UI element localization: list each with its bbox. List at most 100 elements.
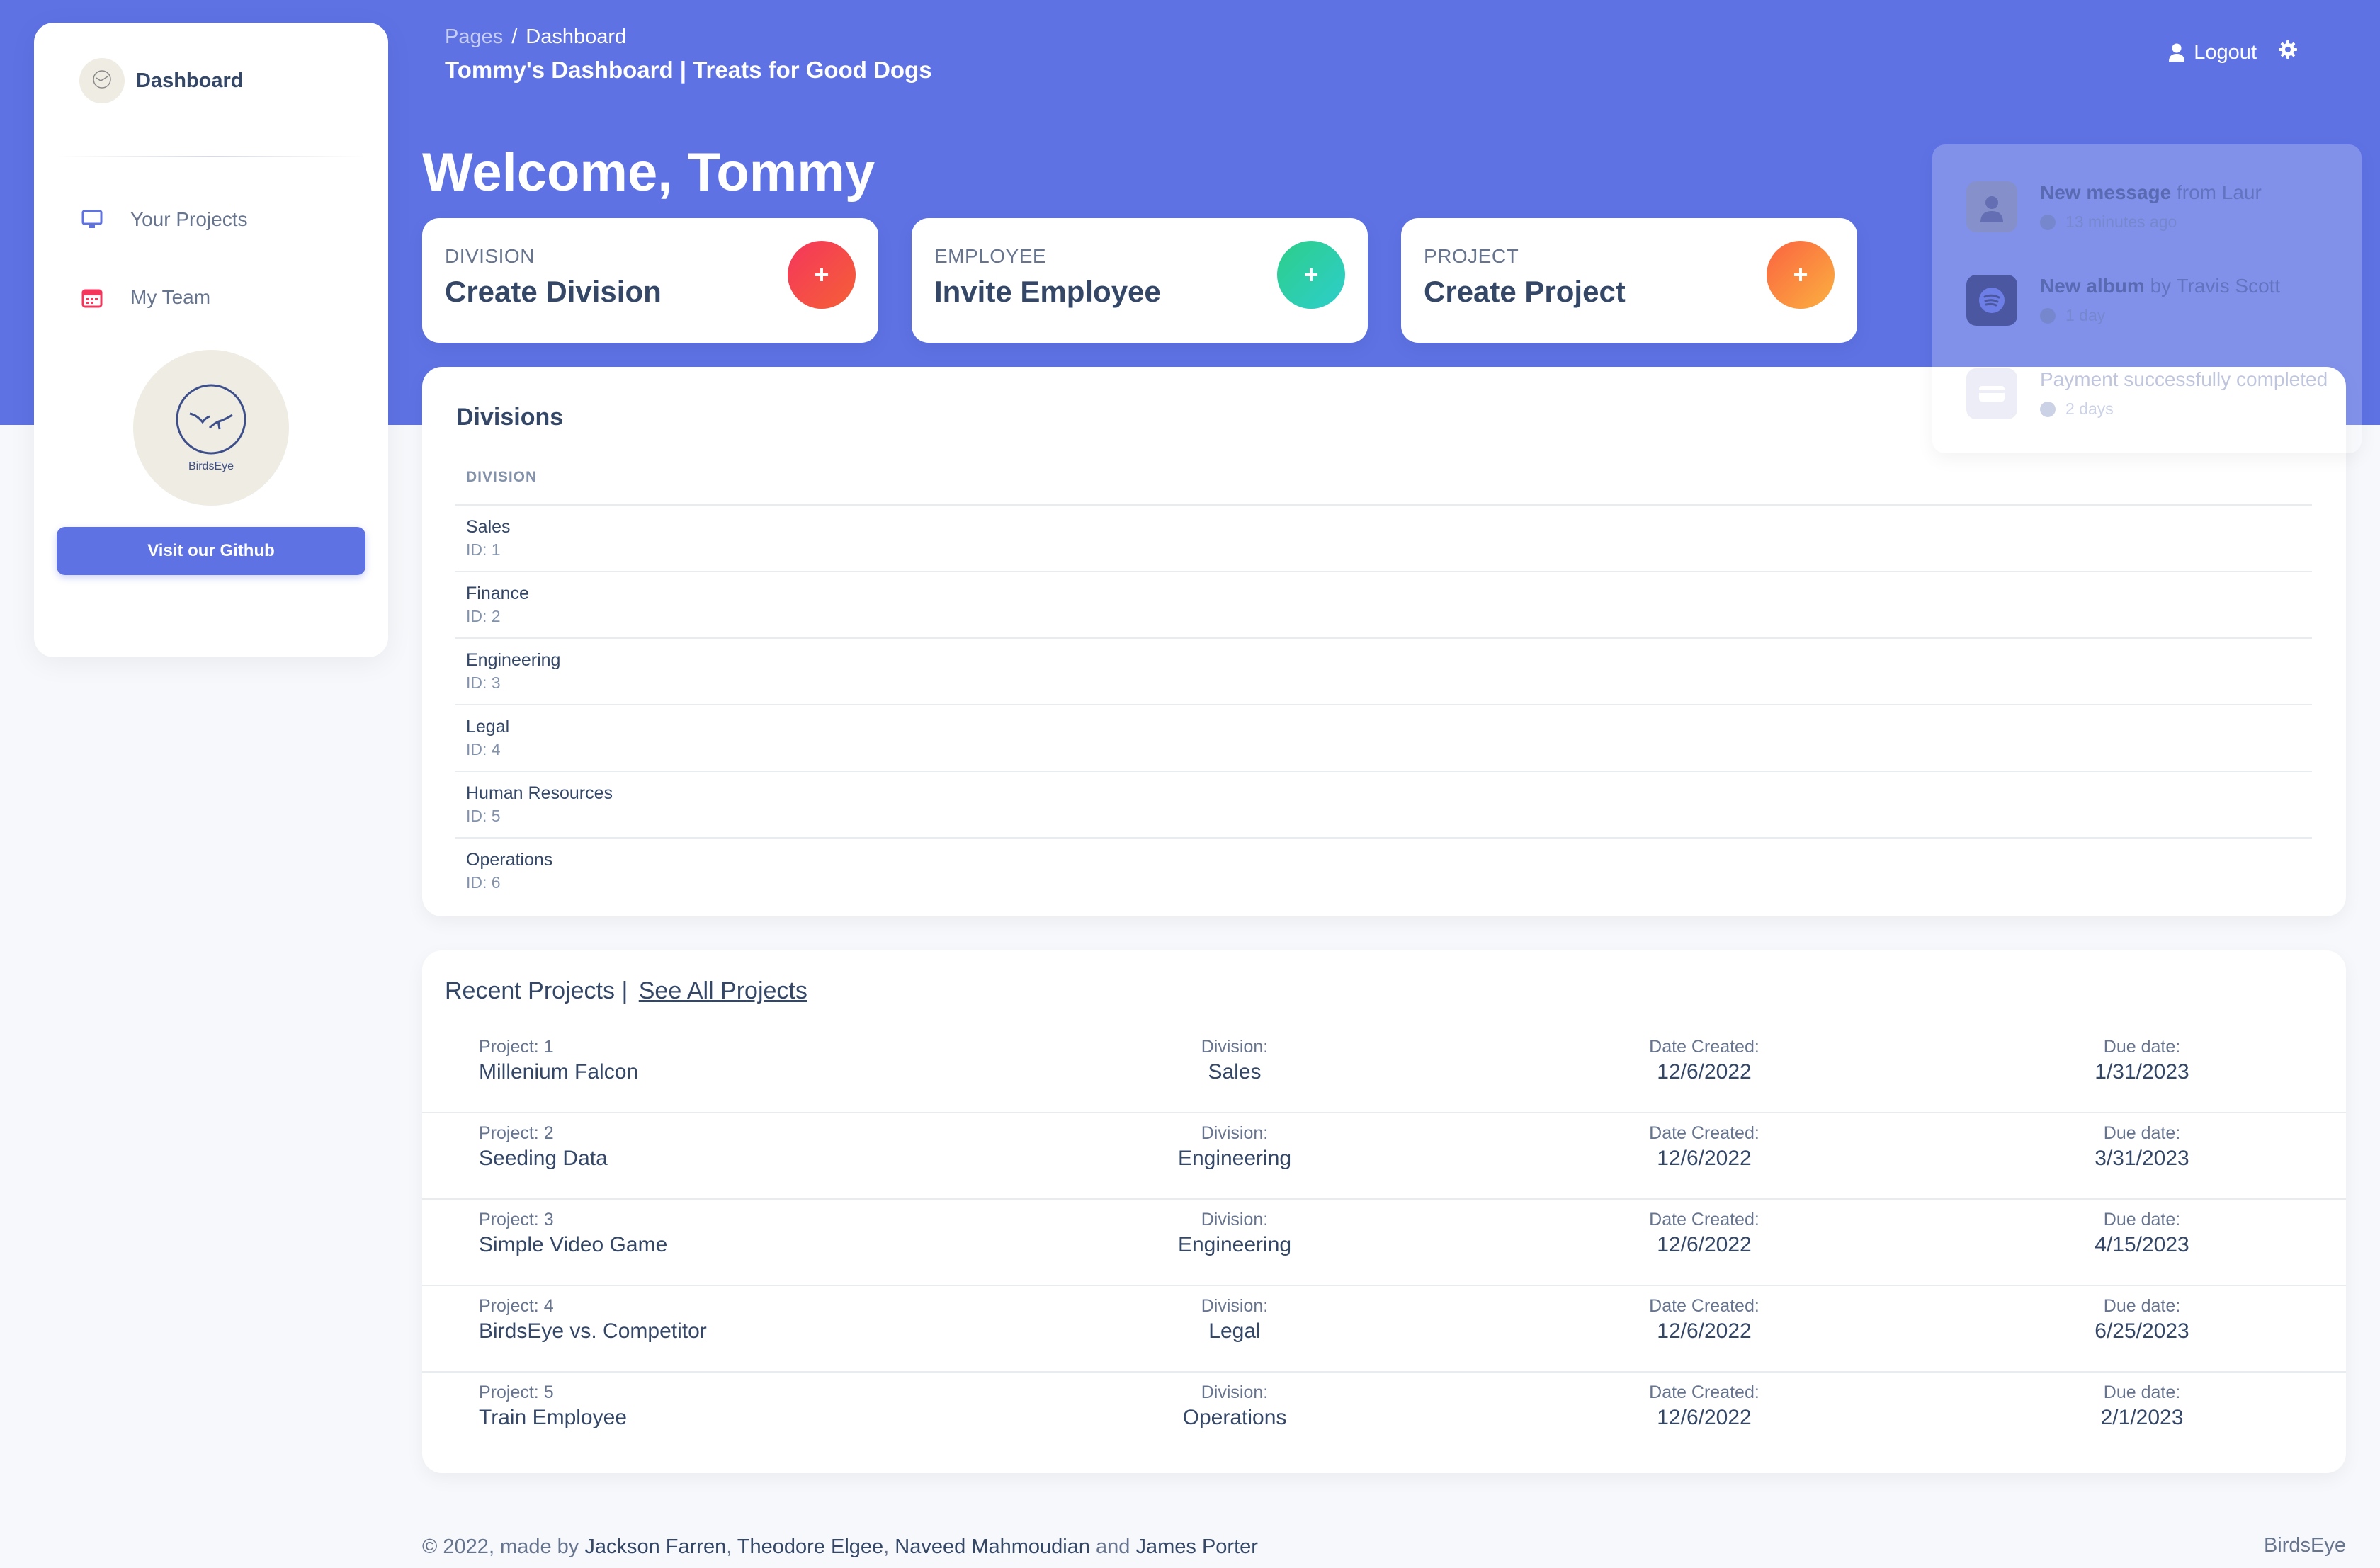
recent-projects-card: Recent Projects | See All Projects Proje… — [422, 950, 2346, 1473]
project-due-date: 6/25/2023 — [2095, 1319, 2189, 1343]
project-row[interactable]: Project: 3 Simple Video Game Division: Eng… — [422, 1200, 2346, 1286]
table-row[interactable]: Operations ID: 6 — [455, 839, 2312, 905]
project-date-created: 12/6/2022 — [1657, 1233, 1752, 1256]
project-row[interactable]: Project: 4 BirdsEye vs. Competitor Divisi… — [422, 1286, 2346, 1373]
notification-item[interactable]: New message from Laur 13 minutes ago — [1966, 181, 2262, 232]
project-due-date: 3/31/2023 — [2095, 1147, 2189, 1170]
clock-icon — [2040, 401, 2056, 417]
create-division-button[interactable]: + — [788, 241, 856, 309]
table-row[interactable]: Engineering ID: 3 — [455, 639, 2312, 705]
author-link[interactable]: Jackson Farren — [584, 1535, 726, 1558]
welcome-heading: Welcome, Tommy — [422, 142, 876, 203]
notification-title: New message — [2040, 181, 2172, 203]
visit-github-button[interactable]: Visit our Github — [57, 527, 366, 575]
division-label: Division: — [1201, 1037, 1269, 1057]
notification-text: by Travis Scott — [2144, 275, 2281, 297]
logout-button[interactable]: Logout — [2168, 41, 2257, 64]
birdseye-avatar: BirdsEye — [133, 350, 289, 506]
sidebar-item-your-projects[interactable]: Your Projects — [79, 207, 248, 232]
breadcrumb-current: Dashboard — [526, 25, 627, 48]
division-label: Division: — [1201, 1210, 1269, 1229]
notification-title: New album — [2040, 275, 2145, 297]
sidebar: Dashboard Your Projects My Team BirdsEye… — [34, 23, 388, 657]
footer-comma: , — [726, 1535, 737, 1558]
project-date-created: 12/6/2022 — [1657, 1406, 1752, 1429]
project-row[interactable]: Project: 5 Train Employee Division: Operat… — [422, 1373, 2346, 1459]
project-name: Train Employee — [479, 1406, 627, 1429]
division-name: Human Resources — [466, 783, 613, 803]
table-row[interactable]: Finance ID: 2 — [455, 572, 2312, 639]
division-label: Division: — [1201, 1382, 1269, 1402]
breadcrumb: Pages / Dashboard — [445, 25, 626, 49]
division-name: Finance — [466, 584, 529, 603]
breadcrumb-root[interactable]: Pages — [445, 25, 503, 48]
notification-item[interactable]: Payment successfully completed 2 days — [1966, 368, 2328, 419]
table-row[interactable]: Legal ID: 4 — [455, 705, 2312, 772]
project-name: Millenium Falcon — [479, 1060, 639, 1084]
recent-projects-title: Recent Projects — [445, 977, 615, 1004]
division-label: Division: — [1201, 1296, 1269, 1316]
card-category: DIVISION — [445, 245, 535, 267]
monitor-icon — [79, 207, 105, 232]
due-date-label: Due date: — [2103, 1210, 2181, 1229]
project-row[interactable]: Project: 2 Seeding Data Division: Engineer… — [422, 1113, 2346, 1200]
sidebar-item-label: My Team — [130, 286, 211, 308]
card-category: EMPLOYEE — [934, 245, 1047, 267]
division-id: ID: 6 — [466, 873, 501, 892]
clock-icon — [2040, 214, 2056, 230]
card-title: Create Project — [1424, 275, 1626, 308]
project-name: Seeding Data — [479, 1147, 608, 1170]
card-title: Create Division — [445, 275, 662, 308]
avatar-caption: BirdsEye — [188, 460, 234, 472]
project-division: Engineering — [1177, 1147, 1292, 1170]
author-link[interactable]: Naveed Mahmoudian — [895, 1535, 1090, 1558]
header-actions: Logout — [2168, 40, 2298, 65]
notification-time: 13 minutes ago — [2066, 212, 2177, 231]
footer-prefix: © 2022, made by — [422, 1535, 585, 1558]
project-name: Simple Video Game — [479, 1233, 668, 1256]
project-number: Project: 5 — [479, 1382, 554, 1402]
project-due-date: 4/15/2023 — [2095, 1233, 2189, 1256]
brand-link[interactable]: Dashboard — [79, 58, 243, 103]
table-row[interactable]: Sales ID: 1 — [455, 506, 2312, 572]
footer-and: and — [1089, 1535, 1136, 1558]
header-separator: | — [621, 977, 628, 1004]
page-title: Tommy's Dashboard | Treats for Good Dogs — [445, 57, 932, 83]
division-name: Engineering — [466, 650, 561, 670]
notification-text: Payment successfully completed — [2040, 368, 2328, 390]
create-project-card: PROJECT Create Project + — [1401, 218, 1857, 343]
project-due-date: 1/31/2023 — [2095, 1060, 2189, 1084]
date-created-label: Date Created: — [1649, 1210, 1760, 1229]
project-due-date: 2/1/2023 — [2100, 1406, 2184, 1429]
author-link[interactable]: Theodore Elgee — [737, 1535, 883, 1558]
sidebar-item-my-team[interactable]: My Team — [79, 285, 210, 310]
gear-icon[interactable] — [2278, 40, 2298, 65]
project-number: Project: 1 — [479, 1037, 554, 1057]
notification-item[interactable]: New album by Travis Scott 1 day — [1966, 275, 2280, 326]
calendar-icon — [79, 285, 105, 310]
table-row[interactable]: Human Resources ID: 5 — [455, 772, 2312, 839]
table-header-division: DIVISION — [455, 459, 2312, 506]
logout-label: Logout — [2194, 40, 2257, 64]
due-date-label: Due date: — [2103, 1123, 2181, 1143]
create-project-button[interactable]: + — [1767, 241, 1835, 309]
author-link[interactable]: James Porter — [1135, 1535, 1257, 1558]
notification-time: 2 days — [2066, 399, 2114, 418]
notification-time: 1 day — [2066, 306, 2106, 324]
footer-brand-link[interactable]: BirdsEye — [2264, 1534, 2346, 1557]
invite-employee-button[interactable]: + — [1277, 241, 1345, 309]
project-number: Project: 3 — [479, 1210, 554, 1229]
division-label: Division: — [1201, 1123, 1269, 1143]
division-id: ID: 4 — [466, 740, 501, 759]
division-name: Operations — [466, 850, 553, 870]
project-row[interactable]: Project: 1 Millenium Falcon Division: Sale… — [422, 1027, 2346, 1113]
avatar-icon — [1966, 181, 2017, 232]
see-all-projects-link[interactable]: See All Projects — [639, 977, 808, 1004]
due-date-label: Due date: — [2103, 1296, 2181, 1316]
sidebar-item-label: Your Projects — [130, 208, 248, 230]
project-name: BirdsEye vs. Competitor — [479, 1319, 707, 1343]
user-icon — [2169, 43, 2185, 62]
sidebar-divider — [57, 156, 366, 157]
footer-comma: , — [883, 1535, 895, 1558]
project-number: Project: 4 — [479, 1296, 554, 1316]
